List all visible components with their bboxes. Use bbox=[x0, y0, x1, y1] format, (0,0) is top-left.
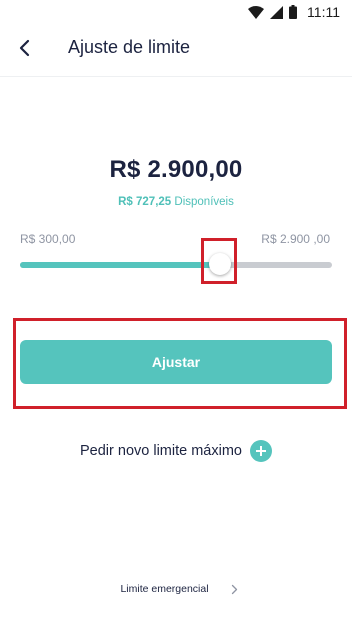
slider-fill bbox=[20, 262, 220, 268]
available-amount: R$ 727,25 bbox=[118, 196, 172, 208]
back-button[interactable] bbox=[10, 36, 38, 64]
page-title: Ajuste de limite bbox=[68, 37, 191, 57]
adjust-button[interactable]: Ajustar bbox=[20, 340, 332, 384]
chevron-right-icon bbox=[231, 580, 238, 599]
status-icons: 11:11 bbox=[248, 2, 340, 22]
request-new-limit-link[interactable]: Pedir novo limite máximo bbox=[0, 440, 352, 462]
battery-icon bbox=[289, 5, 298, 19]
limit-value: R$ 2.900,00 bbox=[109, 156, 243, 183]
plus-icon[interactable] bbox=[249, 440, 272, 462]
emergency-limit-link[interactable]: Limite emergencial bbox=[0, 580, 352, 598]
slider-min-label: R$ 300,00 bbox=[20, 232, 76, 246]
signal-icon bbox=[270, 5, 284, 19]
slider-max-label: R$ 2.900 ,00 bbox=[261, 232, 330, 246]
slider-thumb[interactable] bbox=[209, 253, 231, 275]
header: Ajuste de limite bbox=[0, 24, 352, 77]
request-new-limit-label: Pedir novo limite máximo bbox=[80, 443, 242, 459]
status-time: 11:11 bbox=[307, 4, 340, 20]
limit-slider[interactable] bbox=[20, 253, 332, 275]
wifi-icon bbox=[248, 5, 265, 19]
emergency-limit-label: Limite emergencial bbox=[120, 583, 209, 595]
arrow-back-icon bbox=[18, 39, 30, 61]
available-label: Disponíveis bbox=[174, 196, 234, 208]
available-limit: R$ 727,25 Disponíveis bbox=[0, 196, 352, 208]
status-bar: 11:11 bbox=[0, 0, 352, 24]
